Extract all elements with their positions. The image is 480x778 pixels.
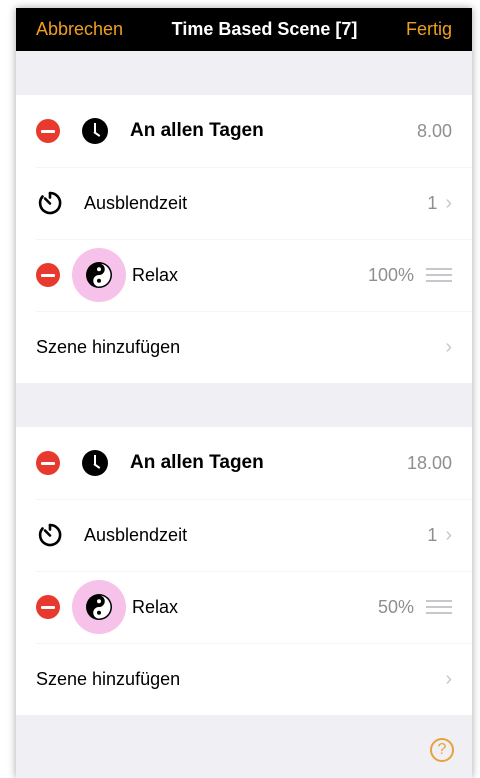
add-scene-row[interactable]: Szene hinzufügen ›: [16, 643, 472, 715]
time-row[interactable]: An allen Tagen 8.00: [16, 95, 472, 167]
scene-level: 50%: [377, 596, 414, 617]
timer-icon: [38, 191, 62, 215]
fade-time-label: Ausblendzeit: [84, 192, 188, 213]
reorder-handle-icon[interactable]: [426, 268, 452, 282]
reorder-handle-icon[interactable]: [426, 600, 452, 614]
scene-name: Relax: [132, 596, 179, 617]
remove-icon[interactable]: [36, 451, 60, 475]
timer-icon: [38, 523, 62, 547]
done-button[interactable]: Fertig: [406, 19, 452, 40]
clock-icon: [82, 118, 108, 144]
time-title: An allen Tagen: [130, 452, 264, 473]
scene-row[interactable]: Relax 50%: [16, 571, 472, 643]
yin-yang-icon: [86, 594, 112, 620]
remove-icon[interactable]: [36, 595, 60, 619]
scene-icon: [72, 580, 126, 634]
add-scene-label: Szene hinzufügen: [36, 336, 181, 357]
fade-time-value: 1: [427, 524, 438, 545]
add-scene-label: Szene hinzufügen: [36, 668, 181, 689]
time-value: 18.00: [406, 452, 452, 473]
fade-time-row[interactable]: Ausblendzeit 1 ›: [16, 499, 472, 571]
cancel-button[interactable]: Abbrechen: [36, 19, 123, 40]
page-title: Time Based Scene [7]: [171, 19, 358, 39]
time-title: An allen Tagen: [130, 120, 264, 141]
scene-icon: [72, 248, 126, 302]
section-spacer: [16, 383, 472, 427]
navigation-bar: Abbrechen Time Based Scene [7] Fertig: [16, 8, 472, 51]
fade-time-label: Ausblendzeit: [84, 524, 188, 545]
section-spacer: [16, 51, 472, 95]
fade-time-value: 1: [427, 192, 438, 213]
scene-level: 100%: [367, 264, 414, 285]
clock-icon: [82, 450, 108, 476]
chevron-right-icon: ›: [445, 523, 452, 546]
schedule-section-1: An allen Tagen 8.00 Ausblendzeit 1 › Rel…: [16, 95, 472, 383]
screen: Abbrechen Time Based Scene [7] Fertig An…: [16, 8, 472, 778]
chevron-right-icon: ›: [445, 667, 452, 690]
schedule-section-2: An allen Tagen 18.00 Ausblendzeit 1 › Re…: [16, 427, 472, 715]
scene-name: Relax: [132, 264, 179, 285]
time-value: 8.00: [416, 120, 452, 141]
remove-icon[interactable]: [36, 263, 60, 287]
yin-yang-icon: [86, 262, 112, 288]
fade-time-row[interactable]: Ausblendzeit 1 ›: [16, 167, 472, 239]
remove-icon[interactable]: [36, 119, 60, 143]
chevron-right-icon: ›: [445, 191, 452, 214]
chevron-right-icon: ›: [445, 335, 452, 358]
scene-row[interactable]: Relax 100%: [16, 239, 472, 311]
time-row[interactable]: An allen Tagen 18.00: [16, 427, 472, 499]
add-scene-row[interactable]: Szene hinzufügen ›: [16, 311, 472, 383]
help-icon[interactable]: ?: [430, 738, 454, 762]
